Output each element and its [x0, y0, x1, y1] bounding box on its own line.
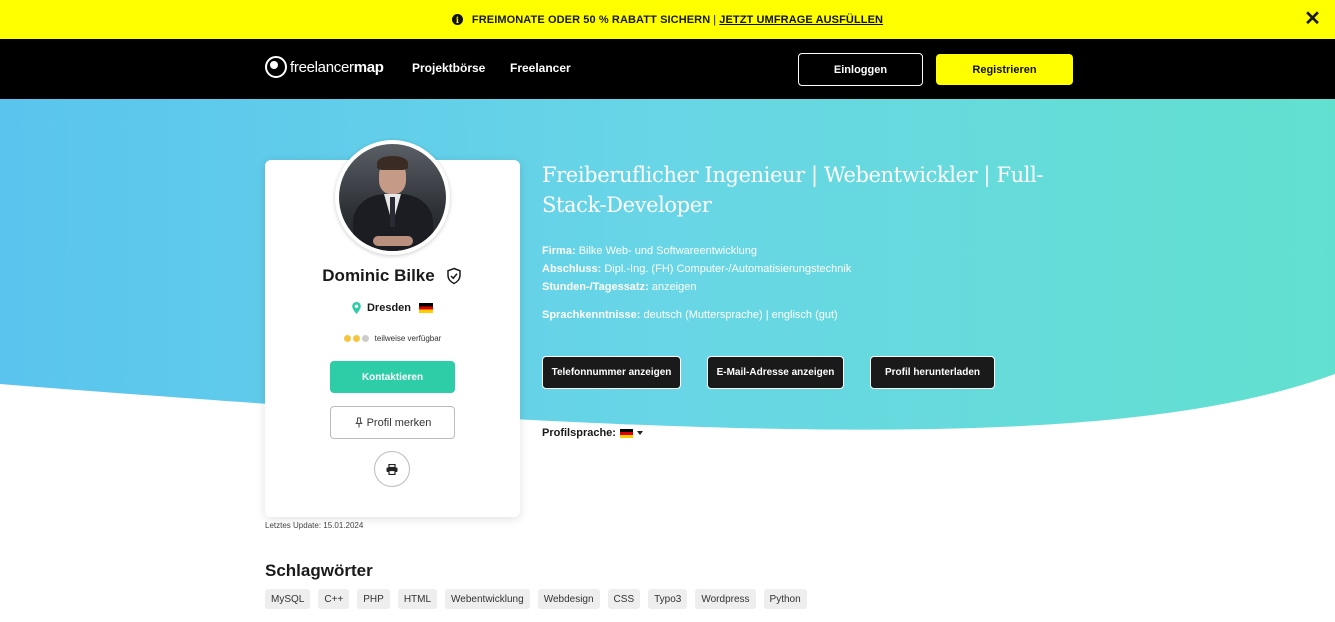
keyword-tag[interactable]: PHP [357, 589, 390, 609]
banner-separator: | [713, 13, 717, 26]
survey-link[interactable]: JETZT UMFRAGE AUSFÜLLEN [719, 14, 883, 26]
save-profile-button[interactable]: Profil merken [330, 406, 455, 439]
close-icon[interactable]: ✕ [1304, 9, 1321, 29]
location-row: Dresden [265, 302, 520, 314]
show-phone-button[interactable]: Telefonnummer anzeigen [542, 356, 681, 389]
freelancermap-logo[interactable]: freelancer map [265, 56, 384, 78]
keyword-tag[interactable]: Wordpress [695, 589, 756, 609]
degree-value: Dipl.-Ing. (FH) Computer-/Automatisierun… [604, 263, 852, 275]
profile-title: Freiberuflicher Ingenieur | Webentwickle… [542, 163, 1044, 217]
profile-language-label: Profilsprache: [542, 427, 616, 439]
degree-label: Abschluss: [542, 263, 602, 275]
availability-label: teilweise verfügbar [374, 334, 442, 343]
germany-flag-icon [419, 303, 434, 313]
languages-label: Sprachkenntnisse: [542, 309, 641, 321]
avatar [335, 140, 450, 255]
keyword-tag[interactable]: Typo3 [648, 589, 688, 609]
print-button[interactable] [374, 451, 410, 487]
keyword-tag[interactable]: MySQL [265, 589, 311, 609]
keyword-tag[interactable]: CSS [607, 589, 641, 609]
germany-flag-icon [619, 428, 633, 438]
profile-language-selector[interactable]: Profilsprache: [542, 427, 643, 439]
company-value: Bilke Web- und Softwareentwicklung [578, 245, 758, 257]
logo-text-light: freelancer [290, 58, 354, 76]
register-button[interactable]: Registrieren [936, 54, 1073, 85]
keyword-tag[interactable]: Webentwicklung [445, 589, 530, 609]
profile-name-row: Dominic Bilke [265, 266, 520, 286]
printer-icon [386, 463, 398, 475]
logo-icon [265, 56, 287, 78]
nav-link-freelancer[interactable]: Freelancer [510, 61, 571, 75]
keyword-tag[interactable]: C++ [318, 589, 350, 609]
availability-dot [361, 335, 369, 342]
download-profile-button[interactable]: Profil herunterladen [870, 356, 995, 389]
keywords-heading: Schlagwörter [265, 561, 373, 580]
availability-dot [343, 335, 351, 342]
logo-text-bold: map [353, 58, 384, 76]
contact-button[interactable]: Kontaktieren [330, 361, 455, 393]
availability-row: teilweise verfügbar [265, 334, 520, 343]
profile-name: Dominic Bilke [322, 266, 435, 285]
languages-row: Sprachkenntnisse: deutsch (Muttersprache… [542, 309, 838, 321]
company-label: Firma: [542, 245, 576, 257]
keyword-tag[interactable]: Python [763, 589, 807, 609]
rate-link[interactable]: anzeigen [652, 281, 697, 293]
rate-label: Stunden-/Tagessatz: [542, 281, 649, 293]
languages-value: deutsch (Muttersprache) | englisch (gut) [643, 309, 838, 321]
location-city: Dresden [366, 302, 412, 314]
banner-text: FREIMONATE ODER 50 % RABATT SICHERN [471, 13, 711, 26]
keyword-tag[interactable]: Webdesign [537, 589, 600, 609]
show-email-button[interactable]: E-Mail-Adresse anzeigen [707, 356, 844, 389]
location-pin-icon [352, 302, 361, 314]
info-icon: i [451, 14, 463, 25]
top-navigation: freelancer map Projektbörse Freelancer Ei… [0, 39, 1335, 99]
keyword-tag[interactable]: HTML [397, 589, 438, 609]
last-update: Letztes Update: 15.01.2024 [265, 521, 364, 530]
verified-shield-icon [446, 267, 461, 285]
save-profile-label: Profil merken [366, 416, 432, 429]
availability-dot [352, 335, 360, 342]
pin-icon [354, 417, 363, 428]
promo-banner: i FREIMONATE ODER 50 % RABATT SICHERN | … [0, 0, 1335, 39]
chevron-down-icon [636, 431, 643, 435]
keyword-tags: MySQL C++ PHP HTML Webentwicklung Webdes… [265, 589, 815, 609]
profile-photo [339, 144, 446, 251]
login-button[interactable]: Einloggen [798, 53, 923, 86]
nav-link-projektboerse[interactable]: Projektbörse [412, 61, 485, 75]
profile-facts: Firma: Bilke Web- und Softwareentwicklun… [542, 242, 851, 296]
